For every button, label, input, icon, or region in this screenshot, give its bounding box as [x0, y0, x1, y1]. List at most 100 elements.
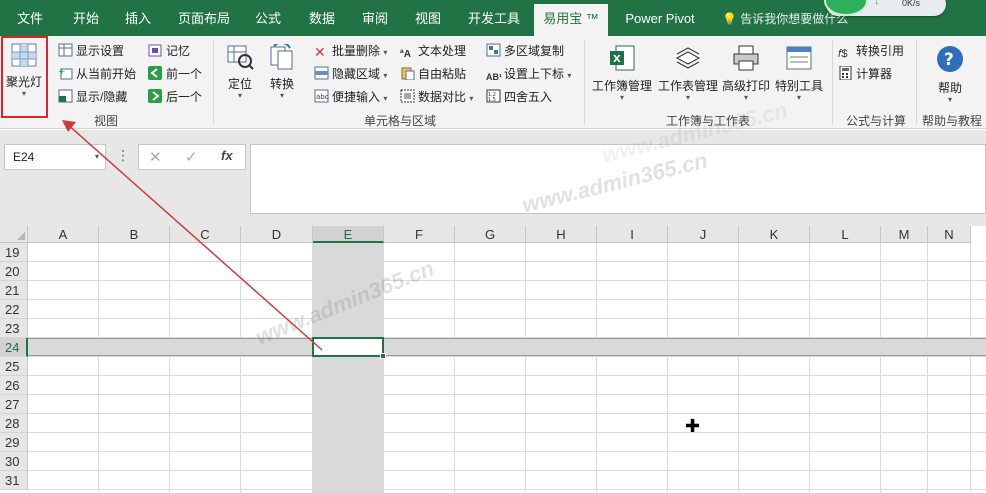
locate-button[interactable]: 定位 ▾ [220, 44, 260, 100]
row-header-23[interactable]: 23 [0, 319, 28, 338]
chevron-down-icon: ▾ [383, 94, 388, 103]
insert-function-icon[interactable]: fx [221, 148, 233, 163]
gridline-vertical [880, 243, 881, 493]
column-header-j[interactable]: J [668, 226, 739, 243]
crosshair-cursor-icon: ✚ [685, 416, 701, 436]
hide-area-button[interactable]: 隐藏区域 ▾ [314, 63, 387, 85]
row-header-28[interactable]: 28 [0, 414, 28, 433]
gridline-vertical [525, 243, 526, 493]
sheet-mgmt-button[interactable]: 工作表管理 ▾ [656, 44, 720, 102]
tab-insert[interactable]: 插入 [114, 0, 162, 36]
network-usage-circle [824, 0, 868, 16]
help-label: 帮助 [937, 81, 962, 95]
more-dots-icon[interactable]: ⋮ [116, 148, 130, 162]
svg-text:?: ? [944, 50, 954, 70]
cells-group-label: 单元格与区域 [363, 114, 436, 128]
row-header-20[interactable]: 20 [0, 262, 28, 281]
free-paste-button[interactable]: 自由粘贴 [400, 63, 466, 85]
svg-text:abc: abc [316, 93, 329, 101]
batch-delete-button[interactable]: ✕ 批量删除 ▾ [314, 40, 387, 62]
show-settings-button[interactable]: 显示设置 [58, 40, 124, 62]
round-icon: 1.2 1.5 [486, 88, 501, 103]
row-header-22[interactable]: 22 [0, 300, 28, 319]
help-question-icon: ? [937, 46, 963, 72]
convert-button[interactable]: 转换 ▾ [262, 41, 302, 100]
select-all-corner[interactable] [0, 226, 28, 243]
formula-bar: E24 ▾ ⋮ ✕ ✓ fx [0, 130, 986, 226]
from-current-button[interactable]: + 从当前开始 [58, 63, 136, 85]
svg-text:+: + [58, 67, 66, 77]
gridline-vertical [240, 243, 241, 493]
chevron-down-icon: ▾ [619, 93, 624, 102]
data-compare-label: 数据对比 [418, 90, 467, 104]
column-header-b[interactable]: B [99, 226, 170, 243]
column-header-a[interactable]: A [28, 226, 99, 243]
name-box[interactable]: E24 ▾ [4, 144, 106, 170]
text-processing-button[interactable]: ªA 文本处理 [400, 40, 466, 62]
previous-button[interactable]: 前一个 [148, 63, 202, 85]
quick-input-button[interactable]: abc 便捷输入 ▾ [314, 86, 387, 108]
workbook-mgmt-button[interactable]: X 工作簿管理 ▾ [590, 44, 654, 102]
gridline-horizontal [28, 318, 986, 319]
text-ab-icon: ªA [400, 49, 411, 60]
tab-home[interactable]: 开始 [62, 0, 110, 36]
gridline-vertical [169, 243, 170, 493]
fill-handle[interactable] [380, 353, 386, 359]
column-header-c[interactable]: C [170, 226, 241, 243]
column-header-e[interactable]: E [313, 226, 384, 243]
tab-formulas[interactable]: 公式 [244, 0, 292, 36]
column-header-k[interactable]: K [739, 226, 810, 243]
gridline-vertical [809, 243, 810, 493]
tab-power-pivot[interactable]: Power Pivot [616, 0, 704, 36]
column-header-l[interactable]: L [810, 226, 881, 243]
chevron-down-icon: ▾ [567, 71, 572, 80]
data-compare-button[interactable]: 数据对比 ▾ [400, 86, 473, 108]
row-header-24[interactable]: 24 [0, 338, 28, 357]
ribbon-tab-bar: 文件 开始 插入 页面布局 公式 数据 审阅 视图 开发工具 易用宝 ™ Pow… [0, 0, 986, 36]
tab-page-layout[interactable]: 页面布局 [170, 0, 238, 36]
row-header-27[interactable]: 27 [0, 395, 28, 414]
column-header-m[interactable]: M [881, 226, 928, 243]
text-processing-label: 文本处理 [418, 44, 467, 58]
advanced-print-button[interactable]: 高级打印 ▾ [720, 44, 772, 102]
convert-ref-button[interactable]: 𝑓$ 转换引用 [838, 40, 904, 62]
cancel-icon[interactable]: ✕ [149, 148, 162, 166]
spreadsheet-grid: ✚ A B C D E F G H I J K L M N 19 20 21 22 23 24 25 26 27 28 29 30… [0, 226, 986, 493]
round-button[interactable]: 1.2 1.5 四舍五入 [486, 86, 552, 108]
row-header-25[interactable]: 25 [0, 357, 28, 376]
chevron-down-icon: ▾ [743, 93, 748, 102]
tab-developer[interactable]: 开发工具 [460, 0, 528, 36]
active-cell[interactable] [312, 337, 384, 357]
special-tools-button[interactable]: 特别工具 ▾ [772, 44, 826, 102]
multi-copy-button[interactable]: 多区域复制 [486, 40, 564, 62]
tab-data[interactable]: 数据 [298, 0, 346, 36]
network-speed-widget: ↓ 0K/s [824, 0, 946, 16]
column-header-f[interactable]: F [384, 226, 455, 243]
row-header-29[interactable]: 29 [0, 433, 28, 452]
help-button[interactable]: ? 帮助 ▾ [924, 44, 976, 104]
row-header-31[interactable]: 31 [0, 471, 28, 490]
row-header-19[interactable]: 19 [0, 243, 28, 262]
gridline-horizontal [28, 261, 986, 262]
tab-yiyongbao[interactable]: 易用宝 ™ [534, 4, 608, 36]
show-hide-button[interactable]: 显示/隐藏 [58, 86, 127, 108]
enter-icon[interactable]: ✓ [185, 148, 198, 166]
tab-file[interactable]: 文件 [8, 0, 52, 36]
row-header-26[interactable]: 26 [0, 376, 28, 395]
ribbon: 聚光灯 ▾ 显示设置 + 从当前开始 显示/隐藏 记忆 前一个 后一个 视图 定… [0, 36, 986, 129]
row-header-30[interactable]: 30 [0, 452, 28, 471]
column-header-d[interactable]: D [241, 226, 313, 243]
next-button[interactable]: 后一个 [148, 86, 202, 108]
tab-review[interactable]: 审阅 [351, 0, 399, 36]
memory-button[interactable]: 记忆 [148, 40, 190, 62]
column-header-n[interactable]: N [928, 226, 971, 243]
locate-icon [227, 45, 254, 70]
calculator-button[interactable]: 计算器 [838, 63, 892, 85]
column-header-g[interactable]: G [455, 226, 526, 243]
tab-view[interactable]: 视图 [404, 0, 452, 36]
super-sub-button[interactable]: AB¹ 设置上下标 ▾ [486, 63, 571, 85]
column-header-h[interactable]: H [526, 226, 597, 243]
previous-label: 前一个 [166, 67, 203, 81]
row-header-21[interactable]: 21 [0, 281, 28, 300]
column-header-i[interactable]: I [597, 226, 668, 243]
